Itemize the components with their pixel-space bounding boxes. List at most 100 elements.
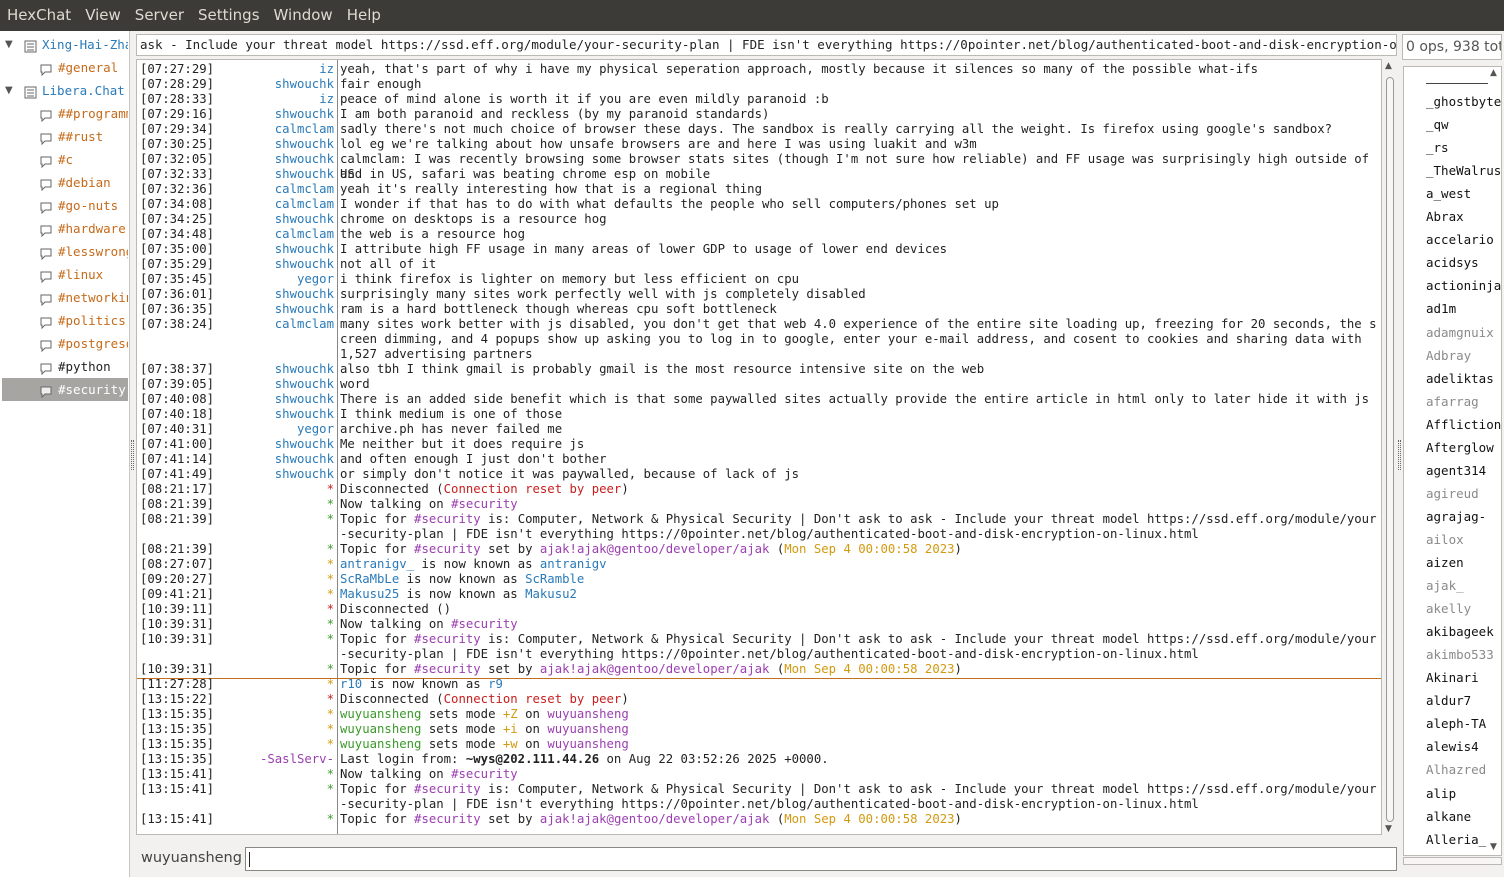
menu-item-settings[interactable]: Settings <box>191 0 267 31</box>
message-part[interactable]: ajak!ajak@gentoo/developer/ajak <box>540 662 770 676</box>
right-pane-handle[interactable] <box>1398 440 1401 470</box>
nick[interactable]: * <box>207 632 334 647</box>
nick[interactable]: shwouchk <box>207 257 334 272</box>
topic-bar[interactable]: ask - Include your threat model https://… <box>136 34 1397 56</box>
userlist-scroll-down-icon[interactable]: ▼ <box>1490 842 1497 852</box>
chat-scrollbar[interactable]: ▲ ▼ <box>1383 59 1397 835</box>
channel-item[interactable]: #networking <box>2 286 128 309</box>
nick[interactable]: shwouchk <box>207 212 334 227</box>
menu-item-window[interactable]: Window <box>267 0 340 31</box>
nick[interactable]: shwouchk <box>207 287 334 302</box>
message-part[interactable]: #security <box>451 767 518 781</box>
channel-item[interactable]: #politics <box>2 309 128 332</box>
channel-item[interactable]: #python <box>2 355 128 378</box>
channel-item[interactable]: #c <box>2 148 128 171</box>
user-list-item[interactable]: alewis4 <box>1426 739 1479 754</box>
nick[interactable]: * <box>207 737 334 752</box>
nick[interactable]: yegor <box>207 422 334 437</box>
nick[interactable]: * <box>207 767 334 782</box>
message-part[interactable]: #security <box>414 512 481 526</box>
channel-item[interactable]: #hardware <box>2 217 128 240</box>
message-part[interactable]: Makusu2 <box>525 587 577 601</box>
nick[interactable]: * <box>207 617 334 632</box>
nick[interactable]: * <box>207 677 334 692</box>
user-list-item[interactable]: acidsys <box>1426 255 1479 270</box>
chat-scroll-thumb[interactable] <box>1386 77 1394 822</box>
nick[interactable]: shwouchk <box>207 77 334 92</box>
nick[interactable]: iz <box>207 62 334 77</box>
userlist-scrollbar[interactable]: ▲ ▼ <box>1487 66 1502 856</box>
expand-arrow-icon[interactable]: ▼ <box>5 33 17 56</box>
message-input[interactable] <box>245 847 1397 871</box>
user-list-item[interactable]: akelly <box>1426 601 1471 616</box>
message-part[interactable]: #security <box>414 812 481 826</box>
nick[interactable]: -SaslServ- <box>207 752 334 767</box>
menu-item-server[interactable]: Server <box>128 0 191 31</box>
message-part[interactable]: #security <box>451 497 518 511</box>
user-list-item[interactable]: accelario <box>1426 232 1494 247</box>
message-part[interactable]: ScRamble <box>525 572 584 586</box>
user-list-item[interactable]: alkane <box>1426 809 1471 824</box>
user-list-item[interactable]: adamgnuix <box>1426 325 1494 340</box>
nick[interactable]: shwouchk <box>207 302 334 317</box>
server-item[interactable]: ▼ Xing-Hai-Zhan <box>2 33 128 56</box>
nick[interactable]: * <box>207 812 334 827</box>
message-part[interactable]: wuyuansheng <box>547 707 628 721</box>
userlist-scroll-up-icon[interactable]: ▲ <box>1490 68 1497 78</box>
nick[interactable]: shwouchk <box>207 362 334 377</box>
channel-item[interactable]: #security <box>2 378 128 401</box>
nick[interactable]: * <box>207 692 334 707</box>
message-part[interactable]: antranigv <box>540 557 607 571</box>
nick[interactable]: * <box>207 482 334 497</box>
nick[interactable]: shwouchk <box>207 167 334 182</box>
user-list-item[interactable]: agent314 <box>1426 463 1486 478</box>
user-list-item[interactable]: Afterglow <box>1426 440 1494 455</box>
message-part[interactable]: #security <box>414 782 481 796</box>
nick[interactable]: * <box>207 512 334 527</box>
nick[interactable]: shwouchk <box>207 242 334 257</box>
nick[interactable]: yegor <box>207 272 334 287</box>
channel-item[interactable]: #go-nuts <box>2 194 128 217</box>
channel-item[interactable]: ##programming <box>2 102 128 125</box>
nick[interactable]: * <box>207 707 334 722</box>
nick[interactable]: * <box>207 542 334 557</box>
menu-item-hexchat[interactable]: HexChat <box>0 0 78 31</box>
nick[interactable]: shwouchk <box>207 452 334 467</box>
user-list-item[interactable]: aleph-TA <box>1426 716 1486 731</box>
nick[interactable]: * <box>207 602 334 617</box>
user-list-item[interactable]: _qw <box>1426 117 1449 132</box>
nick[interactable]: shwouchk <box>207 377 334 392</box>
nick[interactable]: * <box>207 782 334 797</box>
nick[interactable]: shwouchk <box>207 437 334 452</box>
scroll-up-icon[interactable]: ▲ <box>1385 61 1392 71</box>
user-list-item[interactable]: Adbray <box>1426 348 1471 363</box>
nick[interactable]: * <box>207 587 334 602</box>
nick[interactable]: * <box>207 722 334 737</box>
user-list-item[interactable]: aldur7 <box>1426 693 1471 708</box>
user-list-item[interactable]: aizen <box>1426 555 1464 570</box>
message-part[interactable]: wuyuansheng <box>547 722 628 736</box>
nick[interactable]: calmclam <box>207 317 334 332</box>
message-part[interactable]: ajak!ajak@gentoo/developer/ajak <box>540 542 770 556</box>
left-pane-handle[interactable] <box>131 440 134 470</box>
scroll-down-icon[interactable]: ▼ <box>1385 824 1392 834</box>
server-item[interactable]: ▼ Libera.Chat <box>2 79 128 102</box>
user-list-item[interactable]: ailox <box>1426 532 1464 547</box>
menu-item-view[interactable]: View <box>78 0 128 31</box>
message-part[interactable]: Makusu25 <box>340 587 399 601</box>
message-part[interactable]: #security <box>451 617 518 631</box>
user-list-item[interactable]: _rs <box>1426 140 1449 155</box>
nick[interactable]: shwouchk <box>207 467 334 482</box>
user-list-item[interactable]: alip <box>1426 786 1456 801</box>
user-list-item[interactable]: agrajag- <box>1426 509 1486 524</box>
user-list-item[interactable]: akibageek <box>1426 624 1494 639</box>
user-list-item[interactable]: Alhazred <box>1426 762 1486 777</box>
message-part[interactable]: r10 <box>340 677 362 691</box>
user-list-item[interactable]: Abrax <box>1426 209 1464 224</box>
nick[interactable]: shwouchk <box>207 107 334 122</box>
message-part[interactable]: ajak!ajak@gentoo/developer/ajak <box>540 812 770 826</box>
nick[interactable]: shwouchk <box>207 152 334 167</box>
user-list-item[interactable]: agireud <box>1426 486 1479 501</box>
nick[interactable]: iz <box>207 92 334 107</box>
channel-item[interactable]: #general <box>2 56 128 79</box>
